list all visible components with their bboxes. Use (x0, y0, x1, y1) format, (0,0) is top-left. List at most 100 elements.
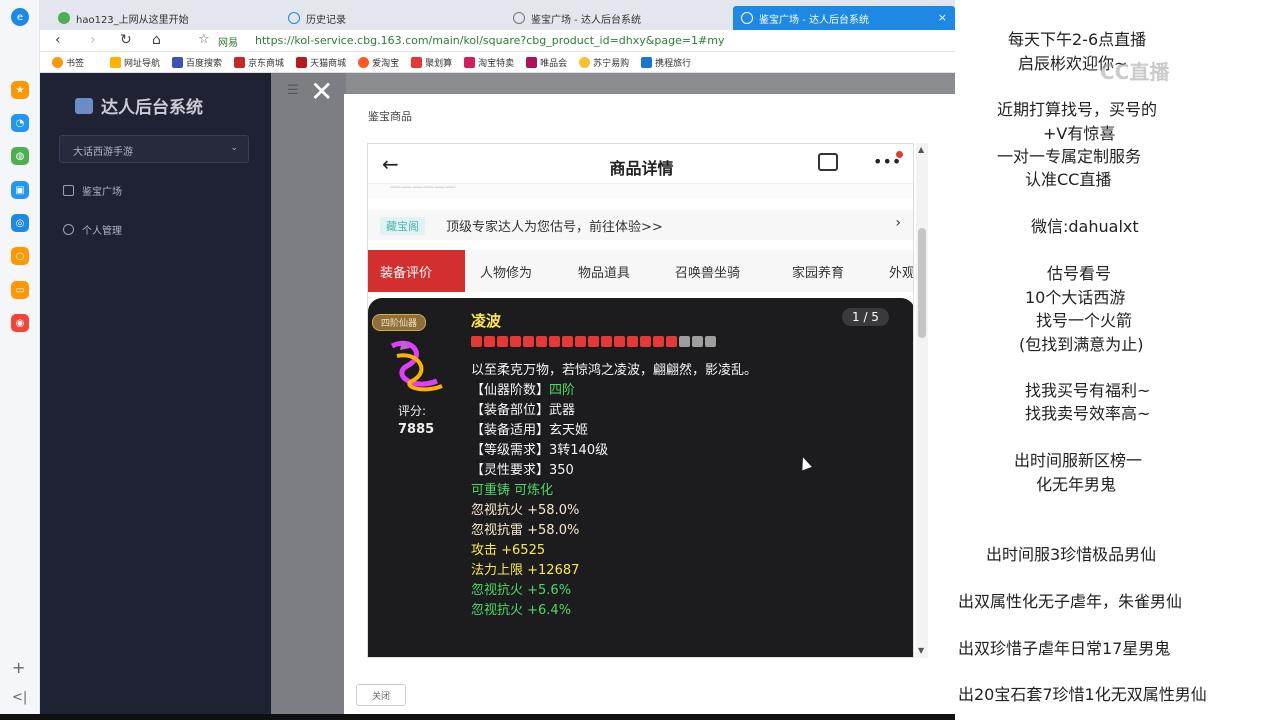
attr-rank-value: 四阶 (549, 383, 576, 398)
favorites-icon[interactable]: ★ (11, 81, 29, 99)
attr-line: 忽视抗火 +5.6% (471, 583, 572, 598)
taobao-icon (358, 56, 370, 68)
attr-fit: 【装备适用】玄天姬 (471, 423, 589, 438)
game-icon[interactable]: ◎ (11, 214, 29, 232)
game-select[interactable]: 大话西游手游 ⌄ (59, 135, 249, 163)
globe-icon (741, 12, 753, 24)
vip-icon (526, 56, 538, 68)
home-icon[interactable]: ⌂ (152, 32, 161, 48)
scroll-down-icon[interactable]: ▼ (918, 646, 924, 655)
add-icon[interactable]: + (12, 658, 25, 677)
tab-home[interactable]: 家园养育 (792, 262, 844, 281)
bookmark-star-icon[interactable]: ☆ (198, 32, 210, 47)
bookmark-item[interactable]: 爱淘宝 (358, 56, 399, 69)
juhuasuan-icon (411, 56, 423, 68)
tab-square-active[interactable]: 鉴宝广场 - 达人后台系统 × (733, 6, 955, 30)
cc-watermark: CC直播 (1100, 60, 1170, 84)
star-filled (575, 336, 586, 347)
note-line: 出时间服3珍惜极品男仙 (986, 545, 1157, 564)
note-line: 认准CC直播 (1025, 170, 1112, 189)
bookmark-item[interactable]: 百度搜索 (172, 56, 222, 69)
bookmark-item[interactable]: 天猫商城 (296, 56, 346, 69)
note-line: 每天下午2-6点直播 (1008, 30, 1147, 49)
main-content-left-dimmed (271, 73, 346, 715)
bookmark-label: 苏宁易购 (593, 58, 630, 69)
tab-history[interactable]: 历史记录 (280, 6, 505, 30)
item-pager[interactable]: 1 / 5 (842, 308, 889, 326)
refresh-icon[interactable]: ↻ (120, 32, 132, 48)
attr-rank-key: 【仙器阶数】 (471, 383, 550, 398)
attr-line: 攻击 +6525 (471, 543, 546, 558)
history-icon[interactable]: ◔ (11, 114, 29, 132)
folder-icon[interactable]: ▭ (11, 281, 29, 299)
note-line: 近期打算找号，买号的 (997, 100, 1158, 119)
chevron-right-icon: › (895, 215, 901, 231)
close-button[interactable]: 关闭 (356, 684, 406, 706)
browser-logo-icon[interactable]: e (11, 8, 29, 26)
sidebar-item-square[interactable]: 鉴宝广场 (63, 183, 122, 198)
tab-square-1[interactable]: 鉴宝广场 - 达人后台系统 (505, 6, 730, 30)
bookmark-item[interactable]: 聚划算 (411, 56, 452, 69)
note-line: +V有惊喜 (1043, 124, 1116, 143)
tab-label: 鉴宝广场 - 达人后台系统 (531, 14, 641, 26)
bookmark-label: 唯品会 (540, 58, 568, 69)
bookmark-item[interactable]: 淘宝特卖 (464, 56, 514, 69)
star-filled (627, 336, 638, 347)
tab-cultivation[interactable]: 人物修为 (480, 262, 532, 281)
bookmark-item[interactable]: 唯品会 (526, 56, 567, 69)
back-icon[interactable]: ‹ (55, 32, 61, 48)
taobao-sale-icon (464, 56, 476, 68)
tab-equipment[interactable]: 装备评价 (368, 250, 465, 292)
sidebar-item-label: 个人管理 (82, 226, 122, 237)
collapse-icon[interactable]: <| (12, 690, 27, 705)
star-filled (471, 336, 482, 347)
star-empty (705, 336, 716, 347)
tab-hao123[interactable]: hao123_上网从这里开始 (50, 6, 280, 30)
tab-items[interactable]: 物品道具 (578, 262, 630, 281)
scroll-thumb[interactable] (918, 228, 926, 338)
attr-line: 忽视抗火 +58.0% (471, 503, 580, 518)
promo-banner[interactable]: 藏宝阁 顶级专家达人为您估号，前往体验>> › (368, 210, 913, 240)
cut-off-row: —————— (368, 184, 913, 198)
forward-icon[interactable]: › (90, 32, 96, 48)
tab-appearance[interactable]: 外观 (889, 262, 913, 281)
star-empty (679, 336, 690, 347)
wechat-icon[interactable]: ◍ (11, 147, 29, 165)
phone-frame: ← 商品详情 ••• —————— 藏宝阁 顶级专家达人为您估号，前往体验>> … (367, 143, 914, 658)
bookmarks-bar: 书签 网址导航 百度搜索 京东商城 天猫商城 爱淘宝 聚划算 淘宝特卖 唯品会 … (40, 52, 955, 73)
share-icon[interactable] (818, 153, 838, 171)
attr-line: 法力上限 +12687 (471, 563, 580, 578)
drawer-title: 鉴宝商品 (368, 110, 412, 123)
star-filled (536, 336, 547, 347)
tab-bar: hao123_上网从这里开始 历史记录 鉴宝广场 - 达人后台系统 鉴宝广场 -… (40, 0, 955, 30)
tab-pets[interactable]: 召唤兽坐骑 (675, 262, 740, 281)
bookmark-item[interactable]: 书签 (52, 56, 84, 69)
star-filled (601, 336, 612, 347)
search-tool-icon[interactable]: ○ (11, 247, 29, 265)
stream-notes-panel: 每天下午2-6点直播 启辰彬欢迎你~ 近期打算找号，买号的 +V有惊喜 一对一专… (955, 0, 1280, 720)
note-line: 一对一专属定制服务 (997, 147, 1142, 166)
bookmark-item[interactable]: 京东商城 (234, 56, 284, 69)
attr-reforge: 可重铸 可炼化 (471, 483, 554, 498)
bookmark-item[interactable]: 苏宁易购 (579, 56, 629, 69)
globe-icon (513, 12, 525, 24)
video-icon[interactable]: ◉ (11, 314, 29, 332)
tab-label: 鉴宝广场 - 达人后台系统 (759, 14, 869, 26)
promo-tag: 藏宝阁 (380, 217, 425, 235)
scroll-up-icon[interactable]: ▲ (918, 145, 924, 154)
url-input[interactable]: https://kol-service.cbg.163.com/main/kol… (255, 34, 725, 47)
score-value: 7885 (398, 422, 435, 437)
sidebar-item-personal[interactable]: 个人管理 (63, 222, 122, 237)
drawer-scrollbar[interactable]: ▲ ▼ (916, 143, 928, 658)
star-filled (510, 336, 521, 347)
bookmark-item[interactable]: 网址导航 (110, 56, 160, 69)
note-line: 出双属性化无子虐年，朱雀男仙 (958, 592, 1183, 611)
tab-close-icon[interactable]: × (938, 11, 947, 24)
bookmark-item[interactable]: 携程旅行 (641, 56, 691, 69)
attr-spirit: 【灵性要求】350 (471, 463, 574, 478)
app-store-icon[interactable]: ▣ (11, 181, 29, 199)
user-icon (63, 224, 74, 235)
overlay-close-icon[interactable]: ✕ (310, 78, 333, 106)
browser-side-toolbar: e ★ ◔ ◍ ▣ ◎ ○ ▭ ◉ + <| (0, 0, 40, 720)
bookmark-label: 京东商城 (248, 58, 285, 69)
